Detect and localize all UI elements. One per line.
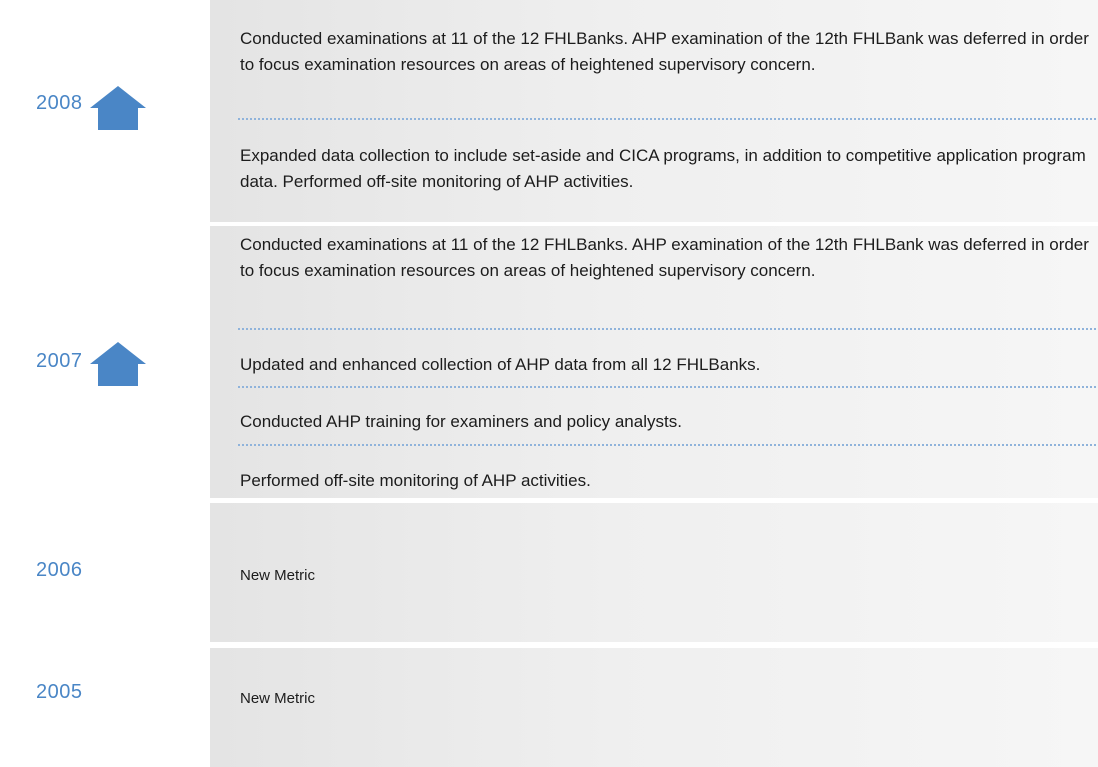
timeline-row-2007: 2007 Conducted examinations at 11 of the… — [0, 226, 1098, 498]
entry-separator — [238, 328, 1096, 330]
house-icon — [90, 86, 146, 130]
year-label: 2005 — [36, 681, 83, 703]
year-label: 2007 — [36, 350, 83, 372]
entry-text: Performed off-site monitoring of AHP act… — [240, 471, 591, 490]
timeline-row-2005: 2005 New Metric — [0, 648, 1098, 767]
entry-text: Conducted AHP training for examiners and… — [240, 412, 682, 431]
entry-text: Conducted examinations at 11 of the 12 F… — [240, 235, 1089, 280]
entry-separator — [238, 444, 1096, 446]
row-panel — [210, 503, 1098, 642]
entry-separator — [238, 386, 1096, 388]
entry-text: Expanded data collection to include set-… — [240, 146, 1086, 191]
metric-label: New Metric — [240, 567, 316, 584]
entry-text: Updated and enhanced collection of AHP d… — [240, 355, 761, 374]
timeline-row-2008: 2008 Conducted examinations at 11 of the… — [0, 0, 1098, 222]
year-label: 2008 — [36, 92, 83, 114]
entry-text: Conducted examinations at 11 of the 12 F… — [240, 29, 1089, 74]
house-icon — [90, 342, 146, 386]
year-label: 2006 — [36, 559, 83, 581]
metric-label: New Metric — [240, 690, 316, 707]
timeline-row-2006: 2006 New Metric — [0, 503, 1098, 642]
entry-separator — [238, 118, 1096, 120]
row-panel — [210, 648, 1098, 767]
